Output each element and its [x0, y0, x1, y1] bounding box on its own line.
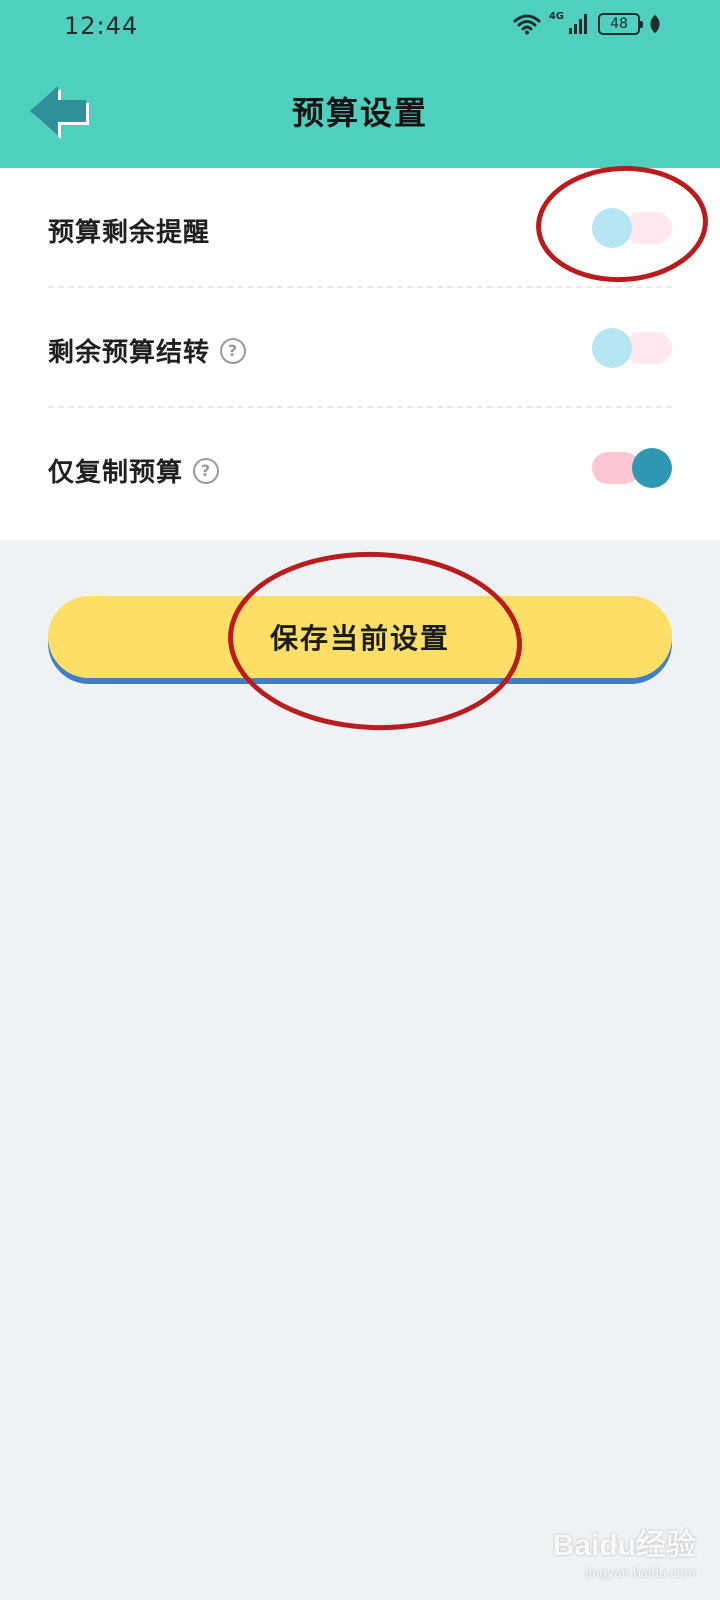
- setting-label: 预算剩余提醒: [48, 212, 210, 249]
- remaining-reminder-toggle[interactable]: [592, 208, 672, 248]
- app-header: 12:44 4G 48 预算设置: [0, 0, 720, 170]
- watermark-url: jingyan.baidu.com: [585, 1566, 696, 1580]
- page-title: 预算设置: [291, 94, 428, 132]
- copy-budget-only-toggle[interactable]: [592, 448, 672, 488]
- cell-signal-icon: [569, 14, 587, 34]
- setting-label-text: 剩余预算结转: [48, 338, 211, 368]
- toggle-knob: [592, 328, 632, 368]
- setting-label: 仅复制预算 ?: [48, 452, 220, 489]
- toggle-knob: [592, 208, 632, 248]
- setting-label-text: 预算剩余提醒: [48, 218, 211, 248]
- setting-row-budget-carryover: 剩余预算结转 ?: [0, 288, 720, 408]
- help-icon[interactable]: ?: [193, 457, 220, 484]
- watermark-logo: Baidu经验: [552, 1529, 696, 1562]
- toggle-knob: [632, 448, 672, 488]
- setting-row-copy-budget-only: 仅复制预算 ?: [0, 408, 720, 528]
- wifi-icon: [513, 14, 541, 35]
- watermark: Baidu经验 jingyan.baidu.com: [553, 1520, 696, 1580]
- help-icon[interactable]: ?: [220, 337, 247, 364]
- status-icons: 4G 48: [513, 10, 662, 35]
- leaf-icon: [650, 15, 660, 33]
- save-settings-button[interactable]: 保存当前设置: [48, 596, 672, 678]
- settings-list: 预算剩余提醒 剩余预算结转 ? 仅复制预算 ?: [0, 168, 720, 540]
- status-time: 12:44: [64, 12, 139, 40]
- setting-row-remaining-reminder: 预算剩余提醒: [0, 168, 720, 288]
- network-type-label: 4G: [548, 10, 564, 22]
- battery-icon: 48: [598, 13, 643, 35]
- setting-label: 剩余预算结转 ?: [48, 332, 247, 369]
- budget-carryover-toggle[interactable]: [592, 328, 672, 368]
- setting-label-text: 仅复制预算: [48, 458, 184, 488]
